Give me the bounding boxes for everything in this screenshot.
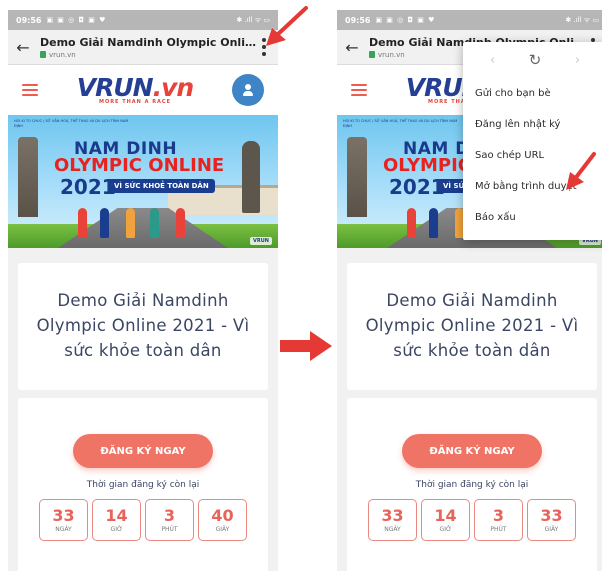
menu-item-report[interactable]: Báo xấu [463, 202, 602, 233]
countdown-seconds: 40 GIÂY [198, 499, 247, 541]
reload-icon[interactable]: ↻ [529, 51, 542, 69]
event-title: Demo Giải Namdinh Olympic Online 2021 - … [36, 291, 250, 360]
countdown-value: 14 [434, 505, 457, 525]
countdown-minutes: 3 PHÚT [145, 499, 194, 541]
countdown-unit: GIÂY [544, 526, 559, 534]
annotation-arrow-icon [566, 152, 596, 190]
countdown-hours: 14 GIỜ [92, 499, 141, 541]
status-notification-icons: ▣ ▣ ◎ ◘ ▣ ♥ [375, 16, 436, 24]
menu-navigation-row: ‹ ↻ › [463, 42, 602, 78]
hamburger-icon[interactable] [22, 84, 38, 96]
countdown-unit: GIỜ [439, 526, 452, 534]
domain-text: vrun.vn [49, 50, 76, 59]
countdown-days: 33 NGÀY [39, 499, 88, 541]
status-bar: 09:56 ▣ ▣ ◎ ◘ ▣ ♥ ✱ .ıll ᯤ ▭ [337, 10, 602, 30]
back-arrow-icon[interactable]: ← [341, 36, 363, 58]
event-title-card: Demo Giải Namdinh Olympic Online 2021 - … [18, 263, 268, 390]
runner-graphic [407, 208, 416, 238]
vrun-logo[interactable]: VRUN.vn MORE THAN A RACE [76, 73, 195, 105]
banner-organizer: HOI KI TO CHUC / SỞ VĂN HOÁ, THỂ THAO VÀ… [343, 119, 458, 128]
menu-forward-icon[interactable]: › [575, 53, 580, 68]
countdown-value: 40 [211, 505, 234, 525]
registration-card: ĐĂNG KÝ NGAY Thời gian đăng ký còn lại 3… [347, 398, 597, 571]
event-banner: HOI KI TO CHUC / SỞ VĂN HOÁ, THỂ THAO VÀ… [8, 115, 278, 248]
remaining-time-label: Thời gian đăng ký còn lại [86, 480, 200, 490]
remaining-time-label: Thời gian đăng ký còn lại [415, 480, 529, 490]
countdown-value: 33 [52, 505, 75, 525]
lock-icon [40, 51, 46, 58]
status-notification-icons: ▣ ▣ ◎ ◘ ▣ ♥ [46, 16, 107, 24]
register-button[interactable]: ĐĂNG KÝ NGAY [402, 434, 542, 468]
site-header: VRUN.vn MORE THAN A RACE [8, 65, 278, 115]
domain-text: vrun.vn [378, 50, 405, 59]
page-title: Demo Giải Namdinh Olympic Online 2... [40, 35, 256, 49]
register-button[interactable]: ĐĂNG KÝ NGAY [73, 434, 213, 468]
browser-toolbar: ← Demo Giải Namdinh Olympic Online 2... … [8, 30, 278, 65]
countdown-unit: PHÚT [161, 526, 178, 534]
status-system-icons: ✱ .ıll ᯤ ▭ [565, 15, 599, 24]
domain-label: vrun.vn [40, 51, 256, 59]
countdown-unit: GIỜ [110, 526, 123, 534]
runner-graphic [78, 208, 87, 238]
status-time: 09:56 [345, 15, 371, 25]
browser-overflow-menu: ‹ ↻ › Gửi cho bạn bè Đăng lên nhật ký Sa… [463, 42, 602, 240]
url-area[interactable]: Demo Giải Namdinh Olympic Online 2... vr… [34, 36, 256, 59]
countdown-value: 14 [105, 505, 128, 525]
statue-graphic [242, 141, 260, 213]
transition-arrow-icon [280, 331, 332, 361]
runner-graphic [126, 208, 135, 238]
tower-graphic [347, 137, 367, 217]
status-bar: 09:56 ▣ ▣ ◎ ◘ ▣ ♥ ✱ .ıll ᯤ ▭ [8, 10, 278, 30]
countdown-value: 3 [163, 505, 176, 525]
registration-card: ĐĂNG KÝ NGAY Thời gian đăng ký còn lại 3… [18, 398, 268, 571]
menu-item-send-to-friends[interactable]: Gửi cho bạn bè [463, 78, 602, 109]
hamburger-icon[interactable] [351, 84, 367, 96]
runner-graphic [176, 208, 185, 238]
countdown-value: 3 [492, 505, 505, 525]
banner-partner-logo: VRUN [250, 237, 272, 245]
countdown: 33 NGÀY 14 GIỜ 3 PHÚT 33 GIÂY [347, 499, 597, 541]
tower-graphic [18, 137, 38, 217]
runner-graphic [100, 208, 109, 238]
banner-title-line2: OLYMPIC ONLINE [54, 155, 225, 176]
user-icon [242, 84, 254, 96]
event-title-card: Demo Giải Namdinh Olympic Online 2021 - … [347, 263, 597, 390]
countdown-unit: NGÀY [384, 526, 401, 534]
phone-screen-before: 09:56 ▣ ▣ ◎ ◘ ▣ ♥ ✱ .ıll ᯤ ▭ ← Demo Giải… [8, 10, 278, 571]
countdown-unit: PHÚT [490, 526, 507, 534]
countdown-unit: GIÂY [215, 526, 230, 534]
status-time: 09:56 [16, 15, 42, 25]
user-account-button[interactable] [231, 74, 264, 106]
countdown-hours: 14 GIỜ [421, 499, 470, 541]
annotation-arrow-icon [266, 6, 308, 46]
countdown-value: 33 [381, 505, 404, 525]
lock-icon [369, 51, 375, 58]
countdown-days: 33 NGÀY [368, 499, 417, 541]
phone-screen-after: 09:56 ▣ ▣ ◎ ◘ ▣ ♥ ✱ .ıll ᯤ ▭ ← Demo Giải… [337, 10, 602, 571]
logo-main-text: VRUN [76, 73, 154, 102]
runner-graphic [150, 208, 159, 238]
logo-suffix-text: .vn [152, 73, 195, 102]
countdown-unit: NGÀY [55, 526, 72, 534]
menu-item-post-to-timeline[interactable]: Đăng lên nhật ký [463, 109, 602, 140]
banner-organizer: HOI KI TO CHUC / SỞ VĂN HOÁ, THỂ THAO VÀ… [14, 119, 129, 128]
back-arrow-icon[interactable]: ← [12, 36, 34, 58]
countdown-minutes: 3 PHÚT [474, 499, 523, 541]
countdown-value: 33 [540, 505, 563, 525]
countdown-seconds: 33 GIÂY [527, 499, 576, 541]
banner-slogan: VÌ SỨC KHOẺ TOÀN DÂN [108, 179, 215, 193]
event-title: Demo Giải Namdinh Olympic Online 2021 - … [365, 291, 579, 360]
runner-graphic [429, 208, 438, 238]
menu-back-icon[interactable]: ‹ [490, 53, 495, 68]
countdown: 33 NGÀY 14 GIỜ 3 PHÚT 40 GIÂY [18, 499, 268, 541]
